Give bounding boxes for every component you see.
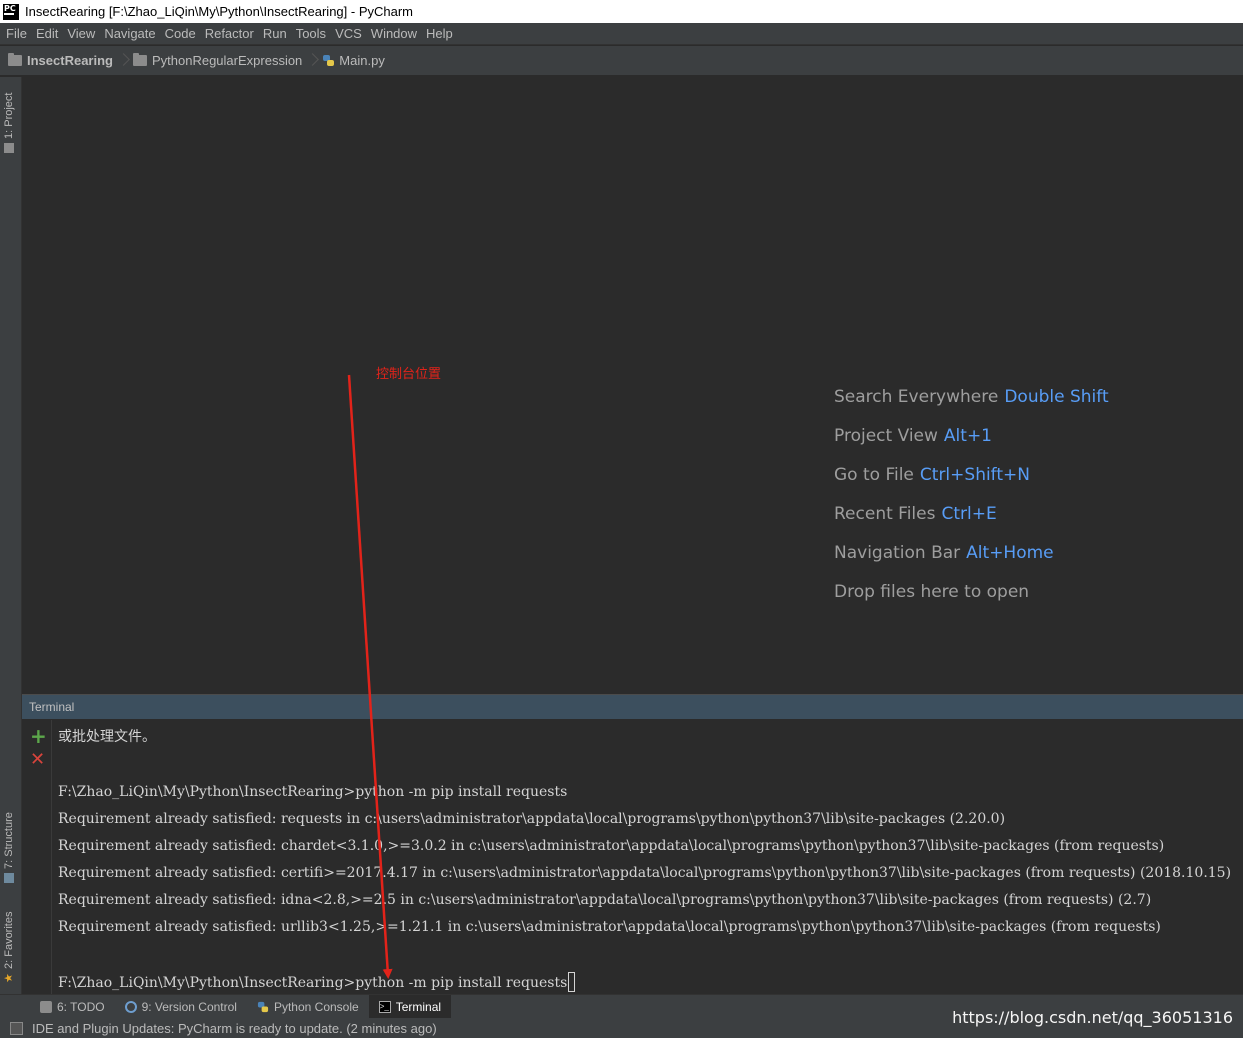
hint-go-to-file: Go to File Ctrl+Shift+N [834,465,1030,485]
menu-edit[interactable]: Edit [32,26,62,41]
tool-tab-favorites-label: 2: Favorites [3,911,15,969]
terminal-line: Requirement already satisfied: certifi>=… [58,865,1232,881]
python-console-icon [257,1001,269,1012]
left-tool-strip: 1: Project 7: Structure ★ 2: Favorites [0,77,22,994]
hint-project-view: Project View Alt+1 [834,426,992,446]
tab-python-console-label: Python Console [273,999,359,1014]
tab-version-control[interactable]: 9: Version Control [115,995,247,1019]
tool-tab-structure[interactable]: 7: Structure [3,812,15,883]
terminal-prompt: F:\Zhao_LiQin\My\Python\InsectRearing>py… [58,975,568,991]
hint-shortcut: Ctrl+E [941,504,997,524]
hint-label: Go to File [834,465,914,485]
chevron-right-icon [119,51,127,71]
hint-label: Project View [834,426,938,446]
menu-refactor[interactable]: Refactor [201,26,258,41]
breadcrumb-file[interactable]: Main.py [322,53,385,68]
status-toggle-icon[interactable] [10,1021,23,1035]
window-titlebar: PC InsectRearing [F:\Zhao_LiQin\My\Pytho… [0,0,1243,23]
menu-help[interactable]: Help [422,26,457,41]
hint-search-everywhere: Search Everywhere Double Shift [834,387,1109,407]
folder-icon [132,53,147,66]
menu-code[interactable]: Code [161,26,200,41]
tab-python-console[interactable]: Python Console [247,995,369,1019]
status-message[interactable]: IDE and Plugin Updates: PyCharm is ready… [32,1021,437,1036]
version-control-icon [124,1000,137,1013]
terminal-prompt-line[interactable]: F:\Zhao_LiQin\My\Python\InsectRearing>py… [58,972,576,992]
menu-bar: File Edit View Navigate Code Refactor Ru… [0,23,1243,45]
annotation-label: 控制台位置 [376,367,442,382]
editor-area[interactable]: Search Everywhere Double Shift Project Vi… [22,77,1243,694]
hint-label: Search Everywhere [834,387,999,407]
terminal-output[interactable]: 或批处理文件。 F:\Zhao_LiQin\My\Python\InsectRe… [52,720,1243,994]
tab-todo-label: 6: TODO [57,999,105,1014]
menu-run[interactable]: Run [259,26,291,41]
star-icon: ★ [3,973,15,983]
tab-version-control-label: 9: Version Control [141,999,237,1014]
terminal-cursor [568,972,576,992]
menu-file[interactable]: File [2,26,31,41]
tool-tab-project-label: 1: Project [3,92,15,139]
terminal-line: Requirement already satisfied: requests … [58,811,1006,827]
pycharm-logo-icon: PC [3,3,19,20]
terminal-line: F:\Zhao_LiQin\My\Python\InsectRearing>py… [58,784,568,800]
hint-label: Drop files here to open [834,582,1030,602]
breadcrumb-folder[interactable]: PythonRegularExpression [132,53,303,68]
terminal-line: Requirement already satisfied: idna<2.8,… [58,892,1152,908]
hint-shortcut: Double Shift [1004,387,1109,407]
logo-text: PC [4,3,16,13]
terminal-toolbar: + ✕ [22,720,52,994]
chevron-right-icon [308,51,316,71]
tool-tab-project[interactable]: 1: Project [3,93,15,153]
tool-tab-structure-label: 7: Structure [3,812,15,869]
menu-window[interactable]: Window [367,26,421,41]
breadcrumb-project-label: InsectRearing [27,53,113,68]
watermark: https://blog.csdn.net/qq_36051316 [952,1008,1233,1027]
terminal-header: Terminal [22,694,1243,719]
menu-tools[interactable]: Tools [292,26,330,41]
menu-view[interactable]: View [63,26,99,41]
breadcrumb: InsectRearing PythonRegularExpression Ma… [0,46,1243,76]
close-session-x-icon[interactable]: ✕ [30,750,45,770]
breadcrumb-folder-label: PythonRegularExpression [151,53,303,68]
structure-icon [4,873,14,883]
hint-label: Navigation Bar [834,543,961,563]
terminal-line: 或批处理文件。 [58,729,156,745]
python-file-icon [323,55,335,66]
hint-shortcut: Alt+Home [966,543,1054,563]
hint-shortcut: Ctrl+Shift+N [919,465,1030,485]
project-icon [4,143,14,153]
terminal-line: Requirement already satisfied: chardet<3… [58,838,1165,854]
hint-shortcut: Alt+1 [943,426,992,446]
hint-drop-files: Drop files here to open [834,582,1029,602]
hint-recent-files: Recent Files Ctrl+E [834,504,997,524]
hint-navigation-bar: Navigation Bar Alt+Home [834,543,1054,563]
tab-todo[interactable]: 6: TODO [30,995,115,1019]
terminal-title: Terminal [29,700,75,714]
tool-tab-favorites[interactable]: ★ 2: Favorites [3,912,15,983]
new-session-plus-icon[interactable]: + [30,726,47,746]
tab-terminal[interactable]: >_ Terminal [368,994,452,1019]
folder-icon [8,53,22,66]
menu-vcs[interactable]: VCS [331,26,366,41]
terminal-icon: >_ [378,1000,391,1013]
terminal-line: Requirement already satisfied: urllib3<1… [58,919,1161,935]
breadcrumb-file-label: Main.py [339,53,385,68]
tab-terminal-label: Terminal [395,999,442,1014]
window-title: InsectRearing [F:\Zhao_LiQin\My\Python\I… [25,4,413,19]
todo-icon [40,1000,52,1013]
hint-label: Recent Files [834,504,936,524]
breadcrumb-project[interactable]: InsectRearing [8,53,113,68]
menu-navigate[interactable]: Navigate [100,26,159,41]
